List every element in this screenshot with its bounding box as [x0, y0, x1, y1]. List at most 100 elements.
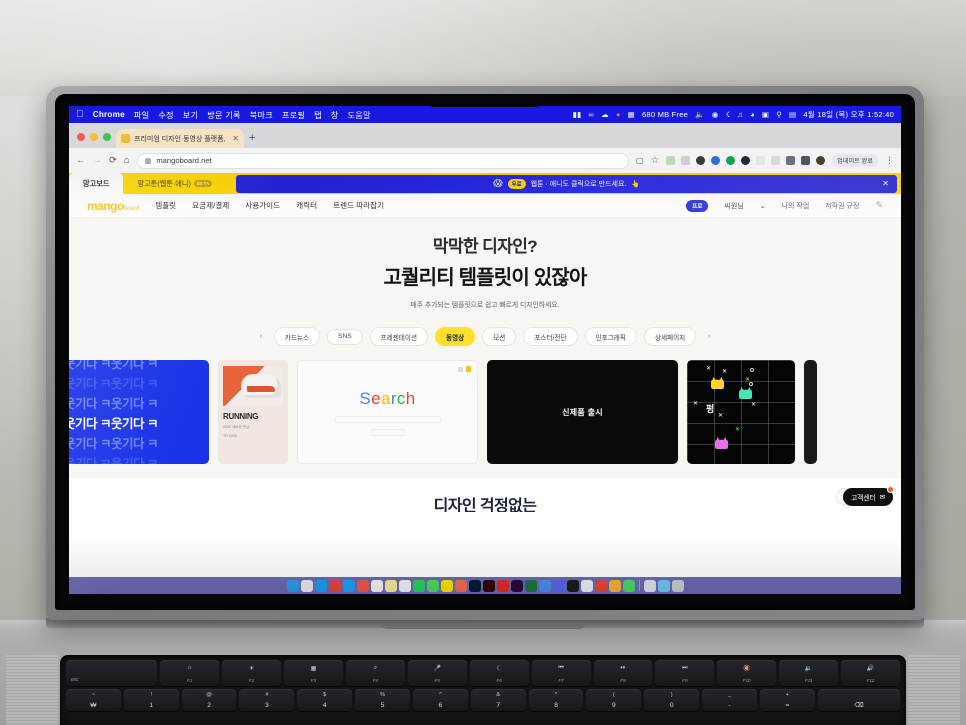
keyboard[interactable]: esc ☼ F1 ☀ F2 ▦ F3 ⌕ F4 🎤 F5 ☾ F6 ⏮ F7 ⏯ F8 ⏭ F9 🔇 F10 🔉 F11 🔊 F…: [60, 655, 906, 725]
extension-icon-2[interactable]: [681, 156, 691, 165]
control-center-icon[interactable]: ◉: [712, 110, 719, 119]
menu-item-help[interactable]: 도움말: [348, 109, 371, 121]
four-key[interactable]: $4: [297, 689, 353, 711]
promo-banner[interactable]: 😱 무료 웹툰 · 애니도 클릭으로 만드세요. 👆 ✕: [236, 174, 897, 193]
reload-button[interactable]: ⟳: [109, 155, 117, 166]
dock-drive-icon[interactable]: [538, 579, 551, 592]
chrome-tab-strip[interactable]: 프리미엄 디자인 동영상 플랫폼, 디… ✕ +: [69, 123, 901, 148]
dock-airdrop-icon[interactable]: [643, 579, 656, 592]
extension-icon-1[interactable]: [666, 156, 676, 165]
dock-kakaotalk-icon[interactable]: [440, 579, 453, 592]
dock-facetime-icon[interactable]: [622, 579, 635, 592]
nine-key[interactable]: (9: [586, 689, 642, 711]
memory-icon[interactable]: ▦: [628, 110, 635, 119]
extension-icon-7[interactable]: [756, 156, 766, 165]
extensions-tray[interactable]: [666, 156, 826, 165]
browser-tab[interactable]: 프리미엄 디자인 동영상 플랫폼, 디… ✕: [116, 129, 244, 148]
mission-control-key[interactable]: ▦ F3: [284, 660, 343, 686]
equals-key[interactable]: + =: [759, 689, 815, 711]
new-tab-button[interactable]: +: [249, 132, 255, 148]
dock-safari-icon[interactable]: [314, 579, 327, 592]
apple-logo-icon[interactable]: : [76, 109, 84, 120]
dock-calendar-icon[interactable]: [454, 579, 467, 592]
chip-next-arrow-icon[interactable]: ›: [703, 331, 715, 343]
display-icon[interactable]: ▤: [789, 110, 796, 119]
previous-track-key[interactable]: ⏮ F7: [531, 660, 591, 686]
esc-key[interactable]: esc: [66, 660, 158, 686]
template-card-kwoogida[interactable]: ㅋ웃기다 ㅋ웃기다 ㅋ ㅋ웃기다 ㅋ웃기다 ㅋ ㅋ웃기다 ㅋ웃기다 ㅋ ㅋ웃기다…: [69, 360, 209, 464]
user-name[interactable]: 씨원님: [724, 201, 743, 211]
number-key-row[interactable]: ~ ₩! 1 @2 #3 $4% 5 ^ 6 & 7 * 8(9) 0 _ - + = ⌫: [66, 689, 900, 711]
dock-acrobat-icon[interactable]: [496, 579, 509, 592]
side-panel-icon[interactable]: [801, 156, 811, 165]
dock-slack-icon[interactable]: [594, 579, 607, 592]
chip-sns[interactable]: SNS: [327, 328, 363, 345]
template-card-new-product[interactable]: 신제품 출시: [487, 360, 678, 464]
chip-presentation[interactable]: 프레젠테이션: [369, 327, 429, 346]
five-key[interactable]: % 5: [355, 689, 410, 711]
dock-whatsapp-icon[interactable]: [412, 579, 425, 592]
extension-icon-6[interactable]: [741, 156, 751, 165]
service-tab-mangoboard[interactable]: 망고보드: [69, 173, 124, 194]
chip-video[interactable]: 동영상: [435, 327, 476, 346]
dock-illustrator-icon[interactable]: [482, 579, 495, 592]
download-icon[interactable]: [786, 156, 796, 165]
minus-key[interactable]: _ -: [702, 689, 757, 711]
address-bar[interactable]: ▦ mangoboard.net: [136, 152, 630, 169]
bookmark-star-icon[interactable]: ☆: [651, 155, 660, 166]
category-chip-row[interactable]: ‹ 카드뉴스 SNS 프레젠테이션 동영상 모션 포스터/전단 인포그래픽 상세…: [69, 319, 901, 358]
site-info-icon[interactable]: ▦: [145, 157, 152, 165]
seven-key[interactable]: & 7: [470, 689, 526, 711]
dock-launchpad-icon[interactable]: [300, 579, 313, 592]
menu-item-tab[interactable]: 탭: [314, 109, 322, 121]
audio-icon[interactable]: ♫: [737, 110, 743, 119]
menu-item-bookmarks[interactable]: 북마크: [250, 109, 273, 121]
template-card-running[interactable]: RUNNING 2024 새로운 런닝 TR 0005: [218, 360, 288, 464]
mute-key[interactable]: 🔇 F10: [717, 660, 777, 686]
six-key[interactable]: ^ 6: [412, 689, 468, 711]
chip-infographic[interactable]: 인포그래픽: [584, 327, 637, 346]
brightness-up-key[interactable]: ☀ F2: [222, 660, 282, 686]
two-key[interactable]: @2: [181, 689, 237, 711]
dock-indesign-icon[interactable]: [510, 579, 523, 592]
menu-item-file[interactable]: 파일: [134, 109, 149, 121]
maximize-window-button[interactable]: [103, 133, 111, 141]
bluetooth-icon[interactable]: ☇: [726, 110, 731, 119]
chip-prev-arrow-icon[interactable]: ‹: [255, 331, 267, 343]
nav-my-work[interactable]: 나의 작업: [782, 201, 810, 211]
dock-notes-icon[interactable]: [370, 579, 383, 592]
input-source-icon[interactable]: ▣: [762, 110, 769, 119]
translate-icon[interactable]: ▢: [636, 156, 644, 165]
tab-close-icon[interactable]: ✕: [232, 134, 239, 143]
macos-menu-bar[interactable]:  Chrome 파일 수정 보기 방문 기록 북마크 프로필 탭 창 도움말 …: [69, 106, 901, 123]
brightness-down-key[interactable]: ☼ F1: [160, 660, 220, 686]
dock-terminal-icon[interactable]: [566, 579, 579, 592]
play-pause-key[interactable]: ⏯ F8: [593, 660, 653, 686]
dock-notion-icon[interactable]: [398, 579, 411, 592]
chrome-toolbar[interactable]: ← → ⟳ ⌂ ▦ mangoboard.net ▢ ☆ 업데이트 완료 ⋮: [69, 148, 901, 173]
profile-avatar[interactable]: [816, 156, 826, 165]
dock-photos-icon[interactable]: [356, 579, 369, 592]
extension-icon-4[interactable]: [711, 156, 721, 165]
glasses-icon[interactable]: ∞: [588, 110, 594, 119]
minimize-window-button[interactable]: [90, 133, 98, 141]
menu-app-name[interactable]: Chrome: [93, 110, 125, 119]
customer-center-button[interactable]: 고객센터 ✉: [843, 486, 894, 506]
do-not-disturb-key[interactable]: ☾ F6: [469, 660, 529, 686]
template-card-search[interactable]: Search: [297, 360, 478, 464]
promo-close-icon[interactable]: ✕: [882, 179, 889, 188]
update-status-button[interactable]: 업데이트 완료: [832, 154, 878, 167]
window-controls[interactable]: [77, 133, 111, 148]
chip-detail-page[interactable]: 상세페이지: [643, 327, 697, 346]
volume-down-key[interactable]: 🔉 F11: [779, 660, 839, 686]
dock-chrome-icon[interactable]: [328, 579, 341, 592]
record-icon[interactable]: ●: [616, 110, 621, 119]
menu-item-profile[interactable]: 프로필: [282, 109, 305, 121]
next-track-key[interactable]: ⏭ F9: [655, 660, 715, 686]
menubar-clock[interactable]: 4월 18일 (목) 오후 1:52:40: [803, 109, 894, 120]
tilde-key[interactable]: ~ ₩: [66, 689, 121, 711]
plan-badge[interactable]: 프로: [686, 199, 709, 212]
chip-card-news[interactable]: 카드뉴스: [273, 327, 321, 346]
function-key-row[interactable]: esc ☼ F1 ☀ F2 ▦ F3 ⌕ F4 🎤 F5 ☾ F6 ⏮ F7 ⏯ F8 ⏭ F9 🔇 F10 🔉 F11 🔊 F…: [66, 660, 900, 686]
nav-item-character[interactable]: 캐릭터: [296, 200, 317, 211]
